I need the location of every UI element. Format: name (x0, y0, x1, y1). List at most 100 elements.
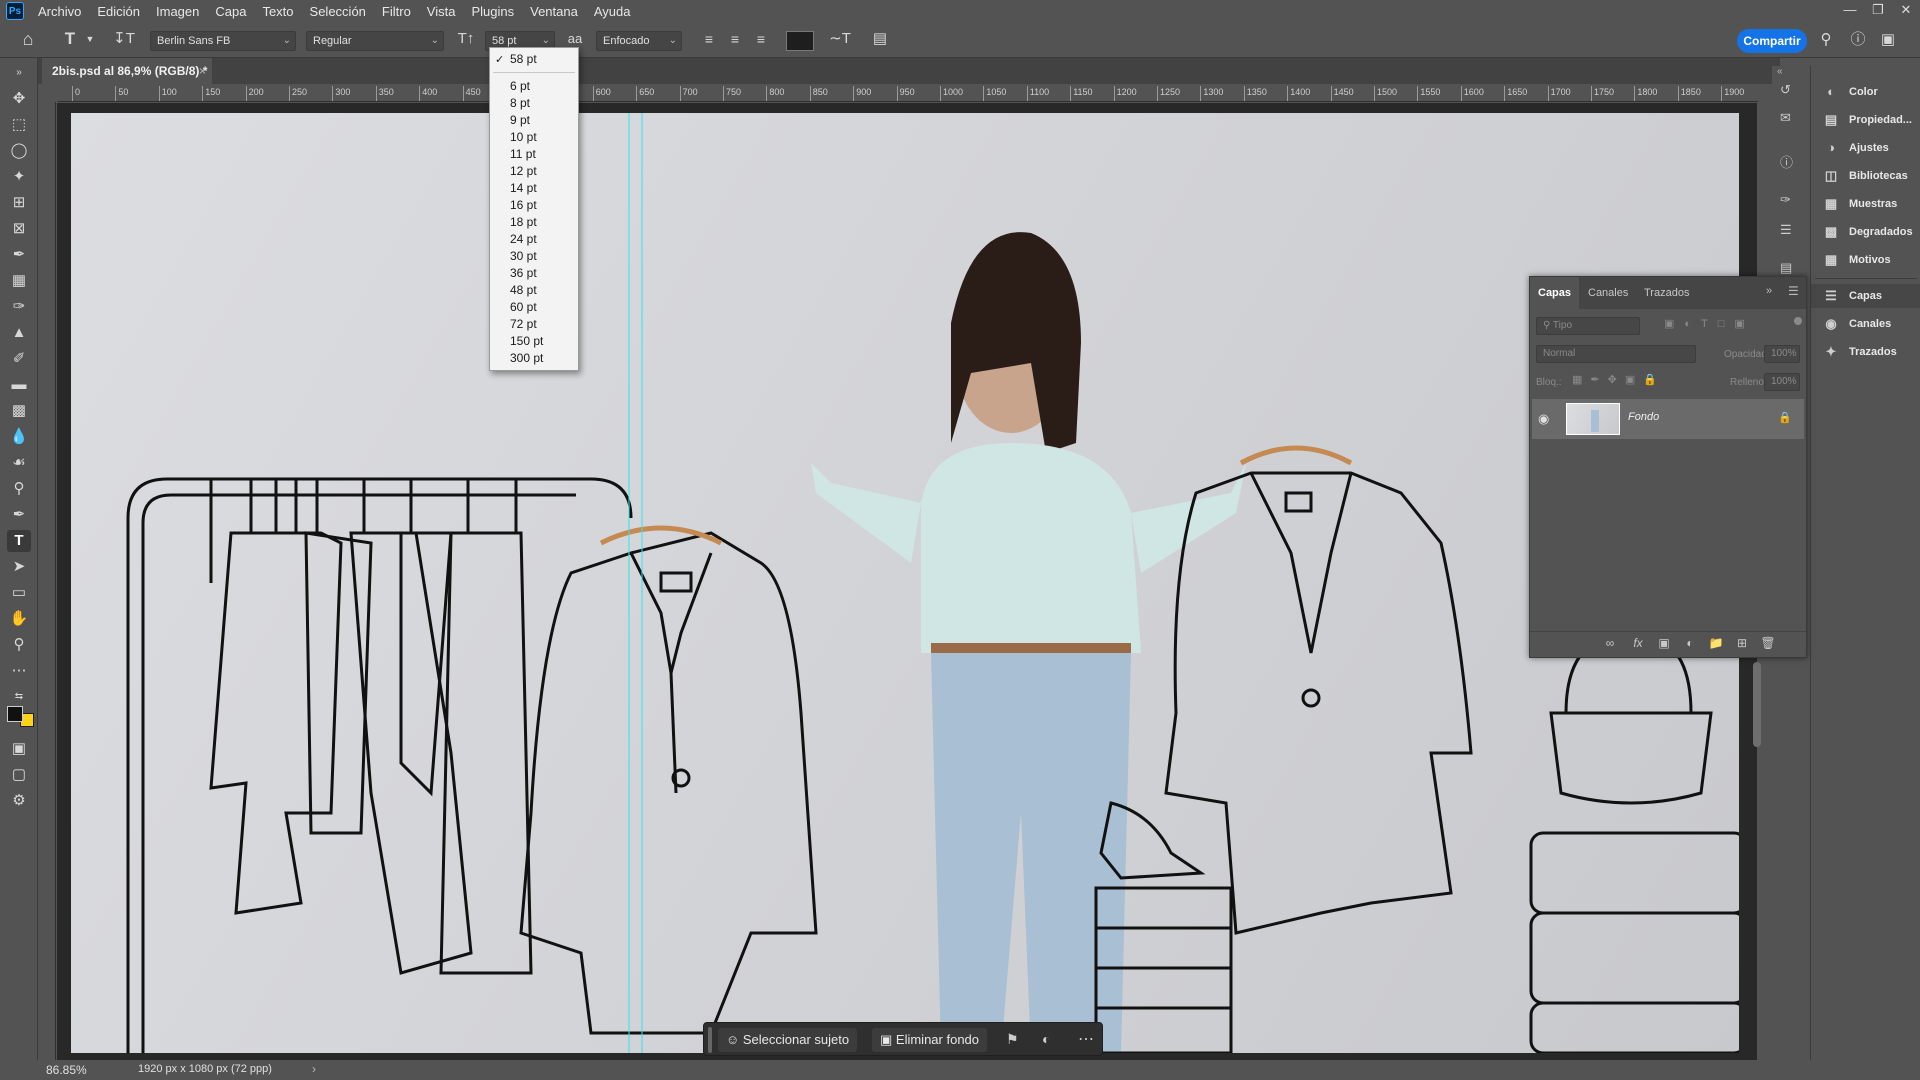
panel-libraries[interactable]: ◫ Bibliotecas (1811, 164, 1920, 188)
pen-tool-icon[interactable]: ✒ (7, 504, 31, 526)
help-icon[interactable]: ⓘ (1846, 29, 1870, 51)
document-canvas[interactable] (71, 113, 1739, 1053)
type-tool-icon[interactable]: T (7, 530, 31, 552)
frame-tool-icon[interactable]: ⊠ (7, 218, 31, 240)
hand-tool-icon[interactable]: ✋ (7, 608, 31, 630)
more-options-icon[interactable]: ⋯ (1078, 1029, 1094, 1049)
zoom-level[interactable]: 86.85% (46, 1063, 87, 1077)
link-layers-icon[interactable]: ∞ (1600, 636, 1620, 650)
panel-adjustments[interactable]: ◑ Ajustes (1811, 136, 1920, 160)
gradient-tool-icon[interactable]: ▩ (7, 400, 31, 422)
font-size-option[interactable]: 14 pt (510, 180, 537, 197)
font-size-option[interactable]: 8 pt (510, 95, 530, 112)
font-size-option-selected[interactable]: 58 pt (510, 51, 537, 68)
adjustment-layer-icon[interactable]: ◐ (1680, 636, 1700, 650)
canvas-area[interactable] (57, 103, 1757, 1060)
delete-layer-icon[interactable]: 🗑 (1758, 636, 1778, 650)
tab-canales[interactable]: Canales (1580, 277, 1636, 309)
menu-filtro[interactable]: Filtro (374, 4, 419, 19)
sponge-tool-icon[interactable]: ⚲ (7, 478, 31, 500)
font-style-select[interactable]: Regular ⌄ (306, 31, 444, 51)
panel-channels[interactable]: ◉ Canales (1811, 312, 1920, 336)
rectangle-tool-icon[interactable]: ▭ (7, 582, 31, 604)
menu-ventana[interactable]: Ventana (522, 4, 586, 19)
move-tool-icon[interactable]: ✥ (7, 88, 31, 110)
add-mask-icon[interactable]: ▣ (1654, 636, 1674, 650)
healing-brush-tool-icon[interactable]: ▦ (7, 270, 31, 292)
font-size-option[interactable]: 36 pt (510, 265, 537, 282)
layer-filter-icons[interactable]: ▣◐T□▣ (1664, 317, 1755, 330)
panel-patterns[interactable]: ▦ Motivos (1811, 248, 1920, 272)
screen-mode-icon[interactable]: ▢ (7, 764, 31, 786)
font-size-option[interactable]: 48 pt (510, 282, 537, 299)
brushes-icon[interactable]: ✑ (1780, 192, 1791, 208)
text-color-swatch[interactable] (786, 31, 814, 51)
panel-color[interactable]: ◐ Color (1811, 80, 1920, 104)
font-size-option[interactable]: 12 pt (510, 163, 537, 180)
font-size-option[interactable]: 10 pt (510, 129, 537, 146)
blend-mode-select[interactable]: Normal (1536, 345, 1696, 363)
home-icon[interactable]: ⌂ (16, 28, 40, 50)
font-size-option[interactable]: 30 pt (510, 248, 537, 265)
swap-colors-icon[interactable]: ⇆ (7, 686, 31, 708)
close-window-icon[interactable]: ✕ (1892, 0, 1920, 22)
properties-sliders-icon[interactable]: ☰ (1780, 222, 1792, 238)
collapse-toolbar-icon[interactable]: » (7, 62, 31, 84)
align-left-icon[interactable]: ≡ (697, 28, 721, 50)
crop-tool-icon[interactable]: ⊞ (7, 192, 31, 214)
layer-style-icon[interactable]: fx (1628, 636, 1648, 650)
vertical-scroll-thumb[interactable] (1753, 662, 1761, 747)
quick-mask-icon[interactable]: ▣ (7, 738, 31, 760)
align-right-icon[interactable]: ≡ (749, 28, 773, 50)
filter-toggle[interactable] (1794, 317, 1802, 325)
clone-stamp-tool-icon[interactable]: ▲ (7, 322, 31, 344)
foreground-color-swatch[interactable] (7, 706, 23, 722)
share-button[interactable]: Compartir (1737, 29, 1807, 53)
font-size-dropdown[interactable]: ✓ 58 pt 6 pt 8 pt 9 pt 10 pt 11 pt 12 pt… (489, 47, 579, 371)
adjust-icon[interactable]: ◐ (1042, 1031, 1050, 1047)
opacity-input[interactable]: 100% (1764, 345, 1800, 363)
character-panel-icon[interactable]: ▤ (868, 28, 892, 50)
minimize-icon[interactable]: — (1836, 0, 1864, 22)
history-icon[interactable]: ↺ (1780, 82, 1791, 98)
menu-archivo[interactable]: Archivo (30, 4, 89, 19)
object-selection-tool-icon[interactable]: ✦ (7, 166, 31, 188)
close-tab-icon[interactable]: × (199, 58, 206, 84)
font-size-option[interactable]: 18 pt (510, 214, 537, 231)
font-size-option[interactable]: 24 pt (510, 231, 537, 248)
menu-ayuda[interactable]: Ayuda (586, 4, 639, 19)
font-size-option[interactable]: 300 pt (510, 350, 543, 367)
warp-text-icon[interactable]: ∼T (828, 28, 852, 50)
comments-icon[interactable]: ✉ (1780, 110, 1791, 126)
layer-filter-select[interactable]: ⚲ Tipo (1536, 317, 1640, 335)
dodge-tool-icon[interactable]: ☙ (7, 452, 31, 474)
pin-icon[interactable]: ⚑ (1006, 1031, 1019, 1048)
panel-gradients[interactable]: ▩ Degradados (1811, 220, 1920, 244)
font-size-option[interactable]: 6 pt (510, 78, 530, 95)
eyedropper-tool-icon[interactable]: ✒ (7, 244, 31, 266)
preset-chevron-icon[interactable]: ▼ (78, 28, 102, 50)
more-tools-icon[interactable]: ⋯ (7, 660, 31, 682)
collapse-panel-icon[interactable]: » (1766, 285, 1772, 297)
new-layer-icon[interactable]: ⊞ (1732, 636, 1752, 650)
menu-plugins[interactable]: Plugins (463, 4, 522, 19)
path-selection-tool-icon[interactable]: ➤ (7, 556, 31, 578)
antialias-select[interactable]: Enfocado ⌄ (596, 31, 682, 51)
menu-vista[interactable]: Vista (419, 4, 464, 19)
remove-background-button[interactable]: ▣ Eliminar fondo (872, 1028, 988, 1052)
info-icon[interactable]: ⓘ (1780, 152, 1793, 171)
font-size-option[interactable]: 72 pt (510, 316, 537, 333)
font-size-option[interactable]: 60 pt (510, 299, 537, 316)
zoom-tool-icon[interactable]: ⚲ (7, 634, 31, 656)
select-subject-button[interactable]: ☺ Seleccionar sujeto (718, 1028, 858, 1052)
align-center-icon[interactable]: ≡ (723, 28, 747, 50)
font-size-option[interactable]: 150 pt (510, 333, 543, 350)
history-brush-tool-icon[interactable]: ✐ (7, 348, 31, 370)
styles-icon[interactable]: ▤ (1780, 260, 1792, 276)
menu-imagen[interactable]: Imagen (148, 4, 207, 19)
collapse-panels-icon[interactable]: « (1777, 66, 1783, 77)
layer-name[interactable]: Fondo (1628, 411, 1659, 423)
blur-tool-icon[interactable]: 💧 (7, 426, 31, 448)
font-family-select[interactable]: Berlin Sans FB ⌄ (150, 31, 296, 51)
chevron-right-icon[interactable]: › (312, 1062, 316, 1076)
